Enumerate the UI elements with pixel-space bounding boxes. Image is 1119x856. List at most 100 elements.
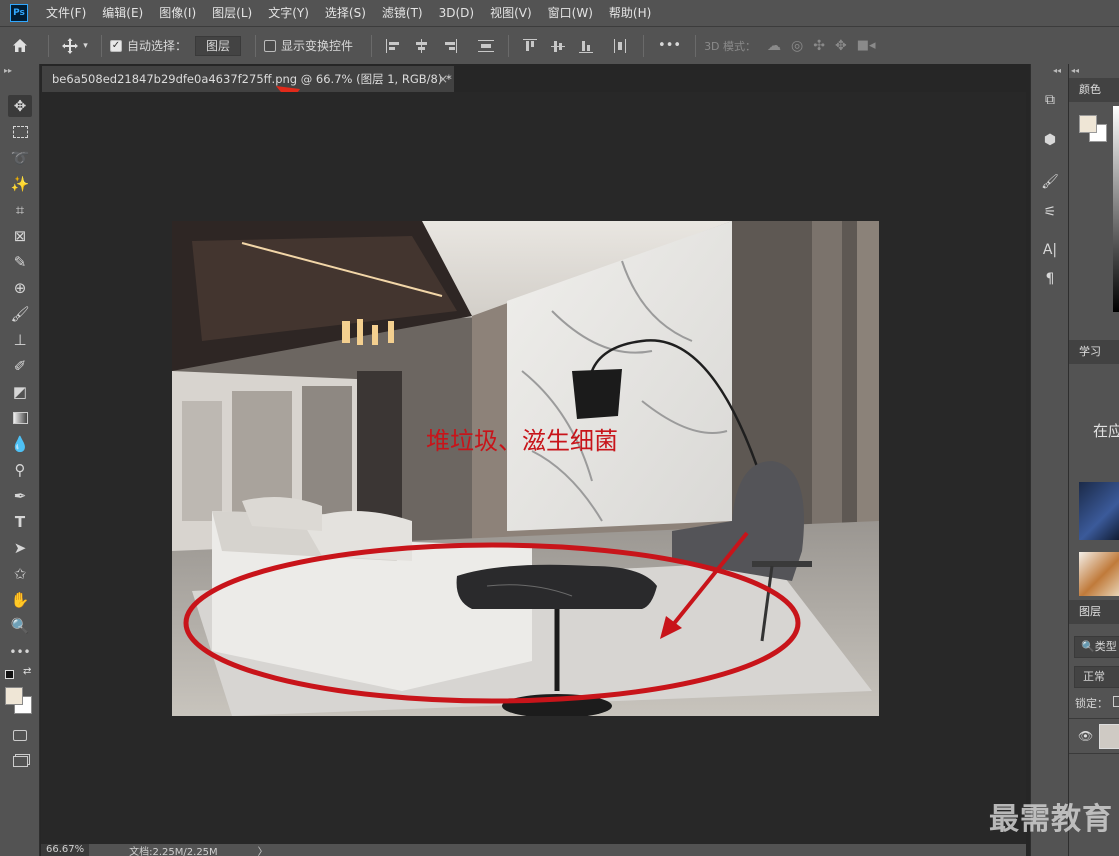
lasso-tool-icon[interactable]: ➰ xyxy=(8,147,32,169)
menu-layer[interactable]: 图层(L) xyxy=(204,0,260,26)
menu-image[interactable]: 图像(I) xyxy=(151,0,204,26)
search-icon: 🔍 xyxy=(1081,640,1095,653)
blend-mode-dropdown[interactable]: 正常 xyxy=(1074,666,1119,688)
3d-panel-icon[interactable]: ⬢ xyxy=(1040,130,1060,150)
menu-filter[interactable]: 滤镜(T) xyxy=(374,0,431,26)
lock-label: 锁定： xyxy=(1075,697,1108,710)
slide-3d-icon[interactable]: ✥ xyxy=(835,38,847,54)
menu-edit[interactable]: 编辑(E) xyxy=(94,0,151,26)
align-bottom-icon[interactable] xyxy=(579,39,595,53)
layer-row[interactable]: 👁 xyxy=(1069,718,1119,754)
brush-settings-icon[interactable]: 🖌 xyxy=(1040,172,1060,192)
swap-colors-icon[interactable]: ⇄ xyxy=(23,666,31,677)
healing-brush-tool-icon[interactable]: ⊕ xyxy=(8,277,32,299)
frame-tool-icon[interactable]: ⊠ xyxy=(8,225,32,247)
watermark: 最需教育 xyxy=(989,802,1113,837)
menu-file[interactable]: 文件(F) xyxy=(38,0,94,26)
distribute-horizontal-icon[interactable] xyxy=(613,38,629,53)
align-right-icon[interactable] xyxy=(442,38,458,53)
pan-3d-icon[interactable]: ✣ xyxy=(813,38,825,54)
crop-tool-icon[interactable]: ⌗ xyxy=(8,199,32,221)
brush-tool-icon[interactable]: 🖌 xyxy=(8,303,32,325)
auto-select-target-dropdown[interactable]: 图层 xyxy=(195,35,242,56)
show-transform-label: 显示变换控件 xyxy=(281,39,354,53)
lock-transparency-icon[interactable] xyxy=(1113,696,1119,707)
annotation-arrow-line xyxy=(670,531,749,628)
layers-filter[interactable]: 🔍类型 xyxy=(1074,636,1119,658)
tab-color[interactable]: 颜色 xyxy=(1069,78,1119,102)
checkbox-checked-icon: ✓ xyxy=(110,39,122,52)
align-center-v-icon[interactable] xyxy=(551,39,567,53)
pen-tool-icon[interactable]: ✒ xyxy=(8,485,32,507)
stamp-tool-icon[interactable]: ⊥ xyxy=(8,329,32,351)
tab-layers[interactable]: 图层 xyxy=(1069,600,1119,624)
orbit-3d-icon[interactable]: ☁ xyxy=(767,38,781,54)
history-panel-icon[interactable]: ⧉ xyxy=(1040,90,1060,110)
separator xyxy=(643,34,645,57)
close-icon[interactable]: × xyxy=(438,66,448,92)
roll-3d-icon[interactable]: ◎ xyxy=(791,38,803,54)
zoom-tool-icon[interactable]: 🔍 xyxy=(8,615,32,637)
tab-learn[interactable]: 学习 xyxy=(1069,340,1119,364)
status-menu-arrow[interactable]: 〉 xyxy=(258,843,268,856)
move-tool-icon[interactable]: ✥ xyxy=(8,95,32,117)
zoom-level[interactable]: 66.67% xyxy=(41,844,90,856)
document-tab[interactable]: be6a508ed21847b29dfe0a4637f275ff.png @ 6… xyxy=(42,66,454,92)
default-colors-icon[interactable] xyxy=(5,670,14,679)
layer-thumbnail xyxy=(1099,724,1119,749)
dodge-tool-icon[interactable]: ⚲ xyxy=(8,459,32,481)
panel-collapse-icon[interactable]: ▸▸ xyxy=(4,66,12,75)
color-spectrum[interactable] xyxy=(1113,106,1119,312)
visibility-eye-icon[interactable]: 👁 xyxy=(1078,729,1093,743)
color-fg-swatch[interactable] xyxy=(1079,115,1097,133)
learn-thumbnail-1[interactable] xyxy=(1079,482,1119,540)
menu-help[interactable]: 帮助(H) xyxy=(601,0,659,26)
document-tab-bar: be6a508ed21847b29dfe0a4637f275ff.png @ 6… xyxy=(40,64,1026,92)
menu-3d[interactable]: 3D(D) xyxy=(431,0,482,26)
magic-wand-tool-icon[interactable]: ✨ xyxy=(8,173,32,195)
menu-window[interactable]: 窗口(W) xyxy=(540,0,601,26)
more-options-button[interactable]: ••• xyxy=(658,38,681,53)
menu-view[interactable]: 视图(V) xyxy=(482,0,540,26)
quick-mask-icon[interactable] xyxy=(8,724,32,746)
learn-text: 在应 xyxy=(1093,422,1119,440)
learn-thumbnail-2[interactable] xyxy=(1079,552,1119,596)
distribute-vertical-icon[interactable] xyxy=(478,39,495,53)
align-center-h-icon[interactable] xyxy=(414,38,430,53)
blur-tool-icon[interactable]: 💧 xyxy=(8,433,32,455)
menu-type[interactable]: 文字(Y) xyxy=(260,0,317,26)
annotation-ellipse xyxy=(183,542,801,704)
photoshop-logo: Ps xyxy=(10,4,28,22)
history-brush-tool-icon[interactable]: ✐ xyxy=(8,355,32,377)
character-panel-icon[interactable]: A| xyxy=(1040,240,1060,260)
path-selection-tool-icon[interactable]: ➤ xyxy=(8,537,32,559)
align-top-icon[interactable] xyxy=(523,38,539,53)
show-transform-checkbox[interactable]: 显示变换控件 xyxy=(264,37,353,54)
home-button[interactable] xyxy=(0,27,40,65)
marquee-tool-icon[interactable] xyxy=(8,121,32,143)
foreground-color-swatch[interactable] xyxy=(5,687,23,705)
auto-select-checkbox[interactable]: ✓ 自动选择： 图层 xyxy=(110,35,242,56)
scale-3d-icon[interactable]: ■◂ xyxy=(857,38,876,53)
dock-collapse-icon[interactable]: ◂◂ xyxy=(1053,66,1061,75)
separator xyxy=(695,34,697,57)
eraser-tool-icon[interactable]: ◩ xyxy=(8,381,32,403)
checkbox-unchecked-icon xyxy=(264,39,277,52)
adjustments-icon[interactable]: ⚟ xyxy=(1040,202,1060,222)
align-left-icon[interactable] xyxy=(386,38,402,53)
type-tool-icon[interactable]: T xyxy=(8,511,32,533)
move-tool-preset[interactable]: ▾ xyxy=(57,37,93,54)
hand-tool-icon[interactable]: ✋ xyxy=(8,589,32,611)
eyedropper-tool-icon[interactable]: ✎ xyxy=(8,251,32,273)
edit-toolbar-icon[interactable]: ••• xyxy=(8,641,32,663)
custom-shape-tool-icon[interactable]: ✩ xyxy=(8,563,32,585)
options-bar: ▾ ✓ 自动选择： 图层 显示变换控件 ••• 3D 模式： ☁ ◎ ✣ ✥ ■… xyxy=(0,26,1119,64)
canvas-area[interactable]: 堆垃圾、滋生细菌 xyxy=(41,92,1026,844)
screen-mode-icon[interactable] xyxy=(8,750,32,772)
panels-collapse-icon[interactable]: ◂◂ xyxy=(1071,66,1079,75)
home-icon xyxy=(13,39,27,52)
menu-select[interactable]: 选择(S) xyxy=(317,0,374,26)
auto-select-label: 自动选择： xyxy=(127,39,188,53)
gradient-tool-icon[interactable] xyxy=(8,407,32,429)
paragraph-panel-icon[interactable]: ¶ xyxy=(1040,269,1060,289)
